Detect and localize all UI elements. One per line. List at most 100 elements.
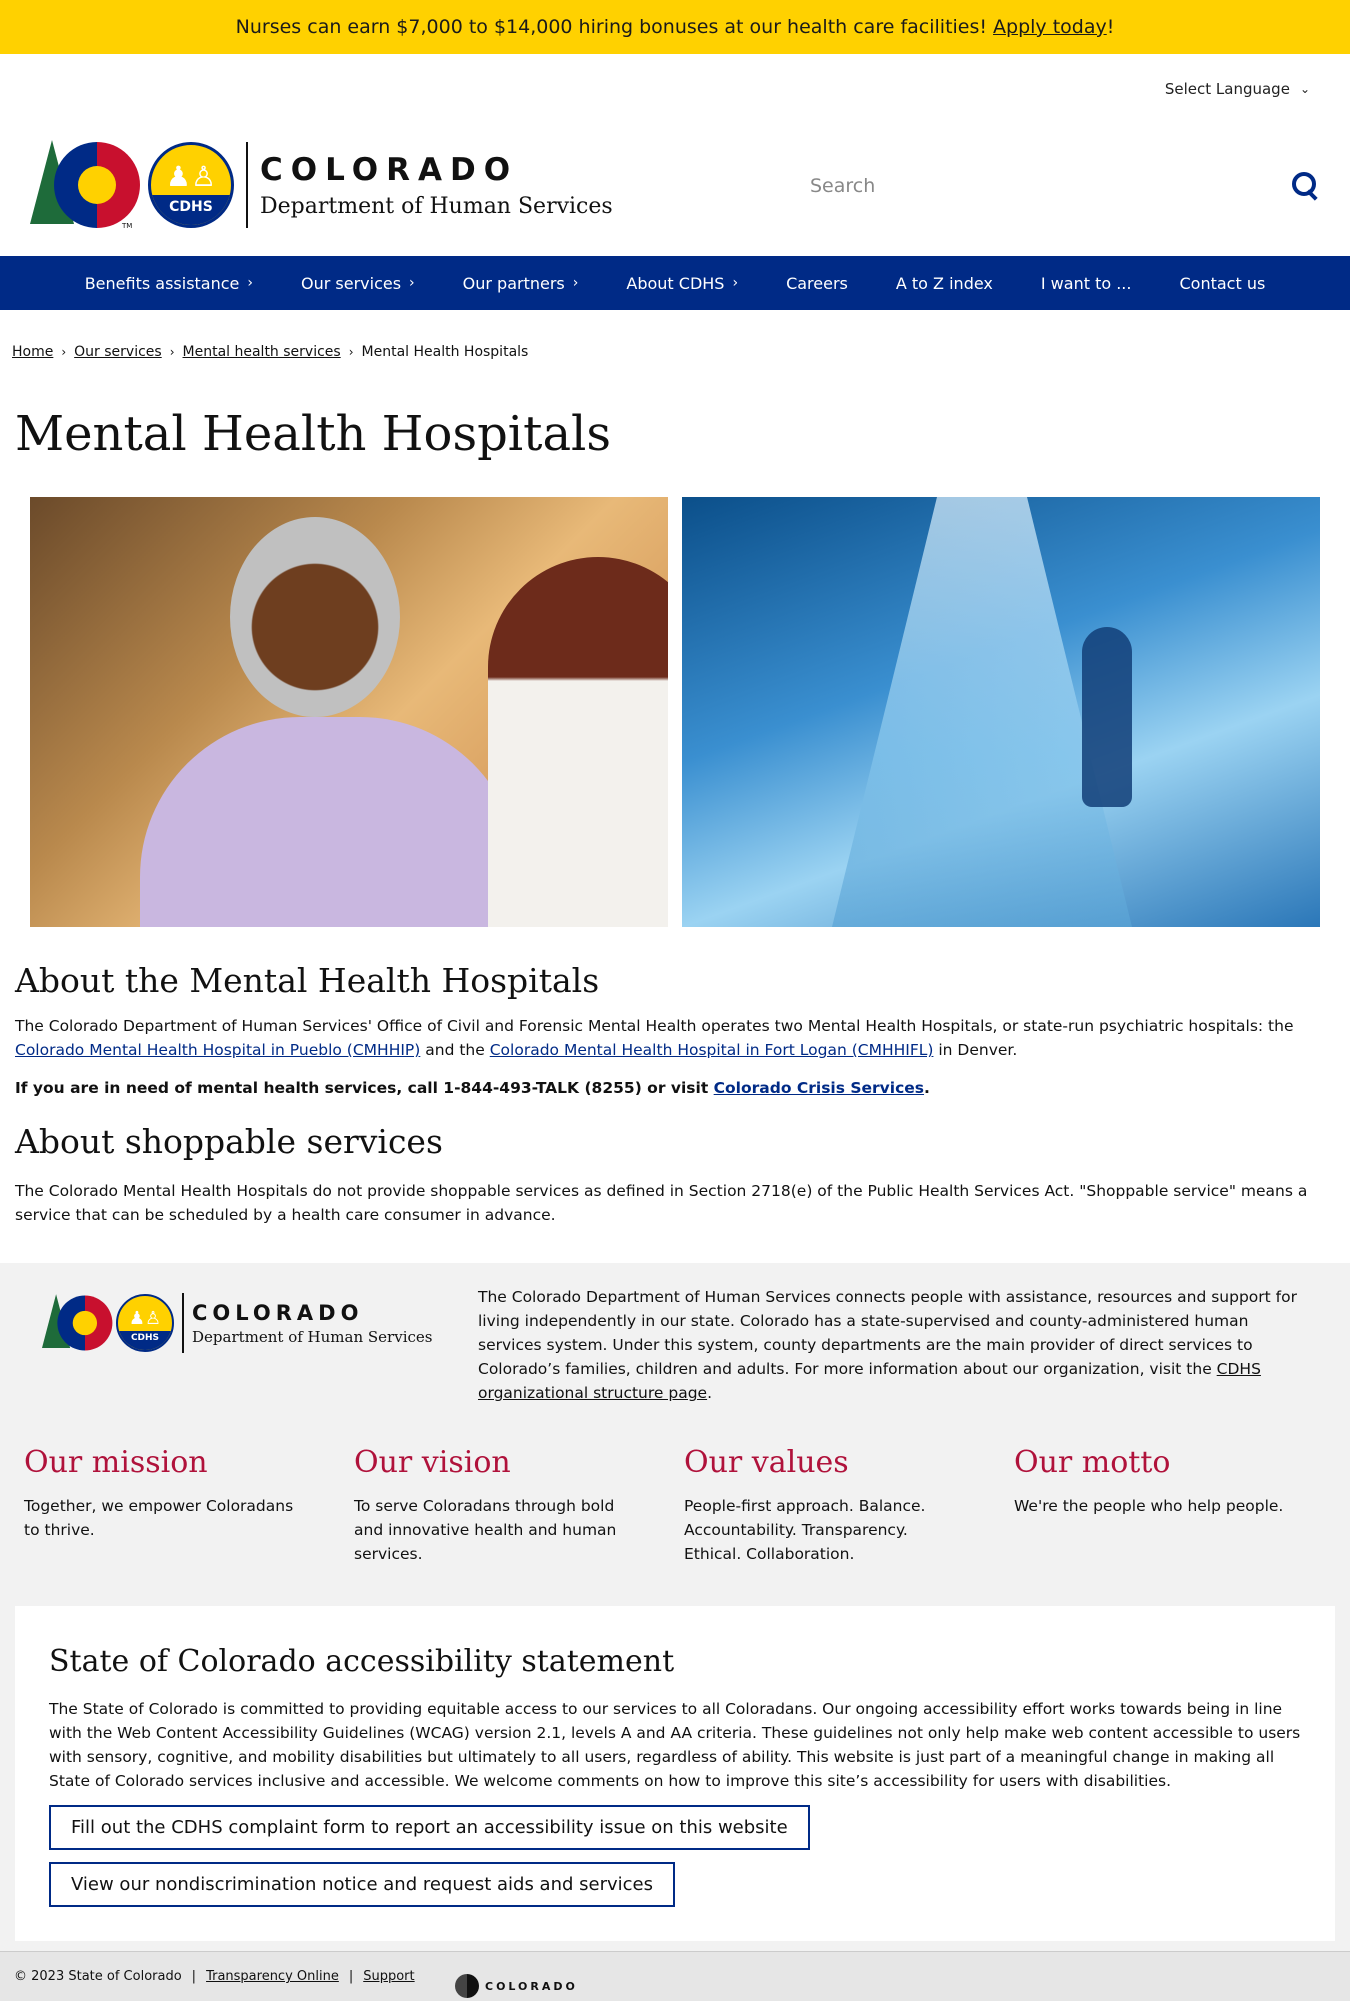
language-row: Select Language ⌄ — [0, 54, 1350, 128]
pillar-title: Our values — [684, 1445, 849, 1480]
brand-text: COLORADO Department of Human Services — [260, 152, 613, 219]
pillar-title: Our vision — [354, 1445, 511, 1480]
about-text: The Colorado Department of Human Service… — [15, 1017, 1294, 1035]
accessibility-section: State of Colorado accessibility statemen… — [0, 1606, 1350, 1951]
about-text: and the — [425, 1041, 485, 1059]
state-logo-text: COLORADO — [485, 1979, 578, 1993]
complaint-form-button[interactable]: Fill out the CDHS complaint form to repo… — [49, 1805, 810, 1850]
chevron-right-icon: › — [61, 345, 67, 359]
footer-about-row: ♟♙ CDHS COLORADO Department of Human Ser… — [0, 1283, 1350, 1405]
hero-images — [30, 497, 1320, 927]
language-label: Select Language — [1164, 80, 1290, 98]
alert-banner: Nurses can earn $7,000 to $14,000 hiring… — [0, 0, 1350, 54]
counselor-photo — [30, 497, 668, 927]
nav-label: Our partners — [462, 273, 565, 293]
support-link[interactable]: Support — [363, 1969, 414, 1984]
brand-subtitle: Department of Human Services — [192, 1327, 433, 1346]
nav-contact-us[interactable]: Contact us — [1179, 274, 1265, 293]
nav-label: A to Z index — [895, 273, 993, 293]
nav-i-want-to[interactable]: I want to ... — [1041, 274, 1132, 293]
colorado-c-icon — [57, 1295, 113, 1351]
footer-description-end: . — [707, 1384, 713, 1402]
nav-label: About CDHS — [626, 273, 725, 293]
cdhs-logo[interactable]: TM ♟♙ CDHS COLORADO Department of Human … — [30, 128, 613, 242]
pillar-values: Our values People-first approach. Balanc… — [660, 1445, 990, 1566]
brand-name: COLORADO — [192, 1300, 364, 1325]
about-paragraph: The Colorado Department of Human Service… — [15, 1014, 1328, 1062]
search-input[interactable] — [810, 175, 1230, 197]
breadcrumb-current: Mental Health Hospitals — [361, 344, 529, 360]
alert-suffix: ! — [1106, 16, 1115, 38]
breadcrumb-mental-health-services[interactable]: Mental health services — [183, 344, 341, 360]
pillar-mission: Our mission Together, we empower Colorad… — [0, 1445, 330, 1566]
pillar-title: Our motto — [1014, 1445, 1171, 1480]
brand-name: COLORADO — [260, 151, 519, 188]
nav-label: I want to ... — [1040, 273, 1132, 293]
breadcrumb-our-services[interactable]: Our services — [74, 344, 162, 360]
crisis-text: If you are in need of mental health serv… — [15, 1079, 709, 1097]
nav-label: Careers — [786, 273, 848, 293]
breadcrumb-home[interactable]: Home — [12, 344, 53, 360]
chevron-right-icon: › — [169, 345, 175, 359]
family-icon: ♟♙ — [165, 160, 217, 193]
pillar-text: Together, we empower Coloradans to thriv… — [24, 1497, 294, 1539]
about-text: in Denver. — [938, 1041, 1018, 1059]
pillar-text: People-first approach. Balance. Accounta… — [684, 1497, 926, 1563]
footer: ♟♙ CDHS COLORADO Department of Human Ser… — [0, 1263, 1350, 1606]
chevron-right-icon: › — [247, 275, 253, 291]
crisis-services-link[interactable]: Colorado Crisis Services — [714, 1079, 924, 1097]
bottom-bar: © 2023 State of Colorado | Transparency … — [0, 1951, 1350, 2001]
hospital-corridor-photo — [682, 497, 1320, 927]
crisis-paragraph: If you are in need of mental health serv… — [15, 1076, 1328, 1100]
pillars: Our mission Together, we empower Colorad… — [0, 1445, 1350, 1566]
state-portal-logo[interactable]: COLORADO — [455, 1974, 578, 1998]
badge-label: CDHS — [151, 195, 231, 225]
chevron-right-icon: › — [732, 275, 739, 291]
nav-a-to-z-index[interactable]: A to Z index — [896, 274, 993, 293]
page-title: Mental Health Hospitals — [15, 406, 612, 462]
separator: | — [191, 1969, 197, 1984]
nav-our-services[interactable]: Our services › — [301, 274, 415, 293]
accessibility-text: The State of Colorado is committed to pr… — [49, 1700, 1301, 1790]
brand-text: COLORADO Department of Human Services — [192, 1301, 432, 1346]
site-header: TM ♟♙ CDHS COLORADO Department of Human … — [0, 128, 1350, 254]
cmhhifl-link[interactable]: Colorado Mental Health Hospital in Fort … — [490, 1041, 934, 1059]
nav-benefits-assistance[interactable]: Benefits assistance › — [85, 274, 253, 293]
nondiscrimination-button[interactable]: View our nondiscrimination notice and re… — [49, 1862, 675, 1907]
footer-description-text: The Colorado Department of Human Service… — [478, 1288, 1297, 1378]
nav-about-cdhs[interactable]: About CDHS › — [626, 274, 738, 293]
chevron-down-icon: ⌄ — [1299, 82, 1310, 96]
language-select[interactable]: Select Language ⌄ — [1165, 80, 1310, 98]
copyright: © 2023 State of Colorado — [14, 1969, 182, 1984]
chevron-right-icon: › — [572, 275, 579, 291]
about-heading: About the Mental Health Hospitals — [15, 961, 600, 1000]
nav-label: Contact us — [1179, 273, 1266, 293]
nav-our-partners[interactable]: Our partners › — [463, 274, 579, 293]
photo-shape — [140, 717, 520, 927]
nav-careers[interactable]: Careers — [786, 274, 848, 293]
shoppable-paragraph: The Colorado Mental Health Hospitals do … — [15, 1182, 1308, 1224]
pillar-title: Our mission — [24, 1445, 208, 1480]
footer-description: The Colorado Department of Human Service… — [478, 1283, 1298, 1405]
search-icon[interactable] — [1292, 172, 1320, 200]
separator: | — [348, 1969, 354, 1984]
chevron-right-icon: › — [409, 275, 415, 291]
photo-shape — [488, 557, 668, 927]
breadcrumb: Home › Our services › Mental health serv… — [0, 310, 1350, 366]
colorado-logo-icon: TM — [30, 140, 140, 230]
button-row: Fill out the CDHS complaint form to repo… — [49, 1793, 1301, 1850]
badge-label: CDHS — [118, 1331, 172, 1350]
accessibility-card: State of Colorado accessibility statemen… — [15, 1606, 1335, 1941]
button-row: View our nondiscrimination notice and re… — [49, 1850, 1301, 1907]
footer-logo[interactable]: ♟♙ CDHS COLORADO Department of Human Ser… — [0, 1283, 478, 1363]
transparency-online-link[interactable]: Transparency Online — [206, 1969, 339, 1984]
colorado-c-icon — [455, 1974, 479, 1998]
colorado-c-icon — [54, 142, 140, 228]
logo-divider — [246, 142, 248, 228]
apply-today-link[interactable]: Apply today — [993, 16, 1107, 38]
main-nav: Benefits assistance › Our services › Our p… — [0, 254, 1350, 310]
nav-label: Benefits assistance — [84, 273, 240, 293]
shoppable-heading: About shoppable services — [15, 1122, 443, 1161]
cdhs-badge-icon: ♟♙ CDHS — [116, 1294, 174, 1352]
cmhhip-link[interactable]: Colorado Mental Health Hospital in Puebl… — [15, 1041, 420, 1059]
